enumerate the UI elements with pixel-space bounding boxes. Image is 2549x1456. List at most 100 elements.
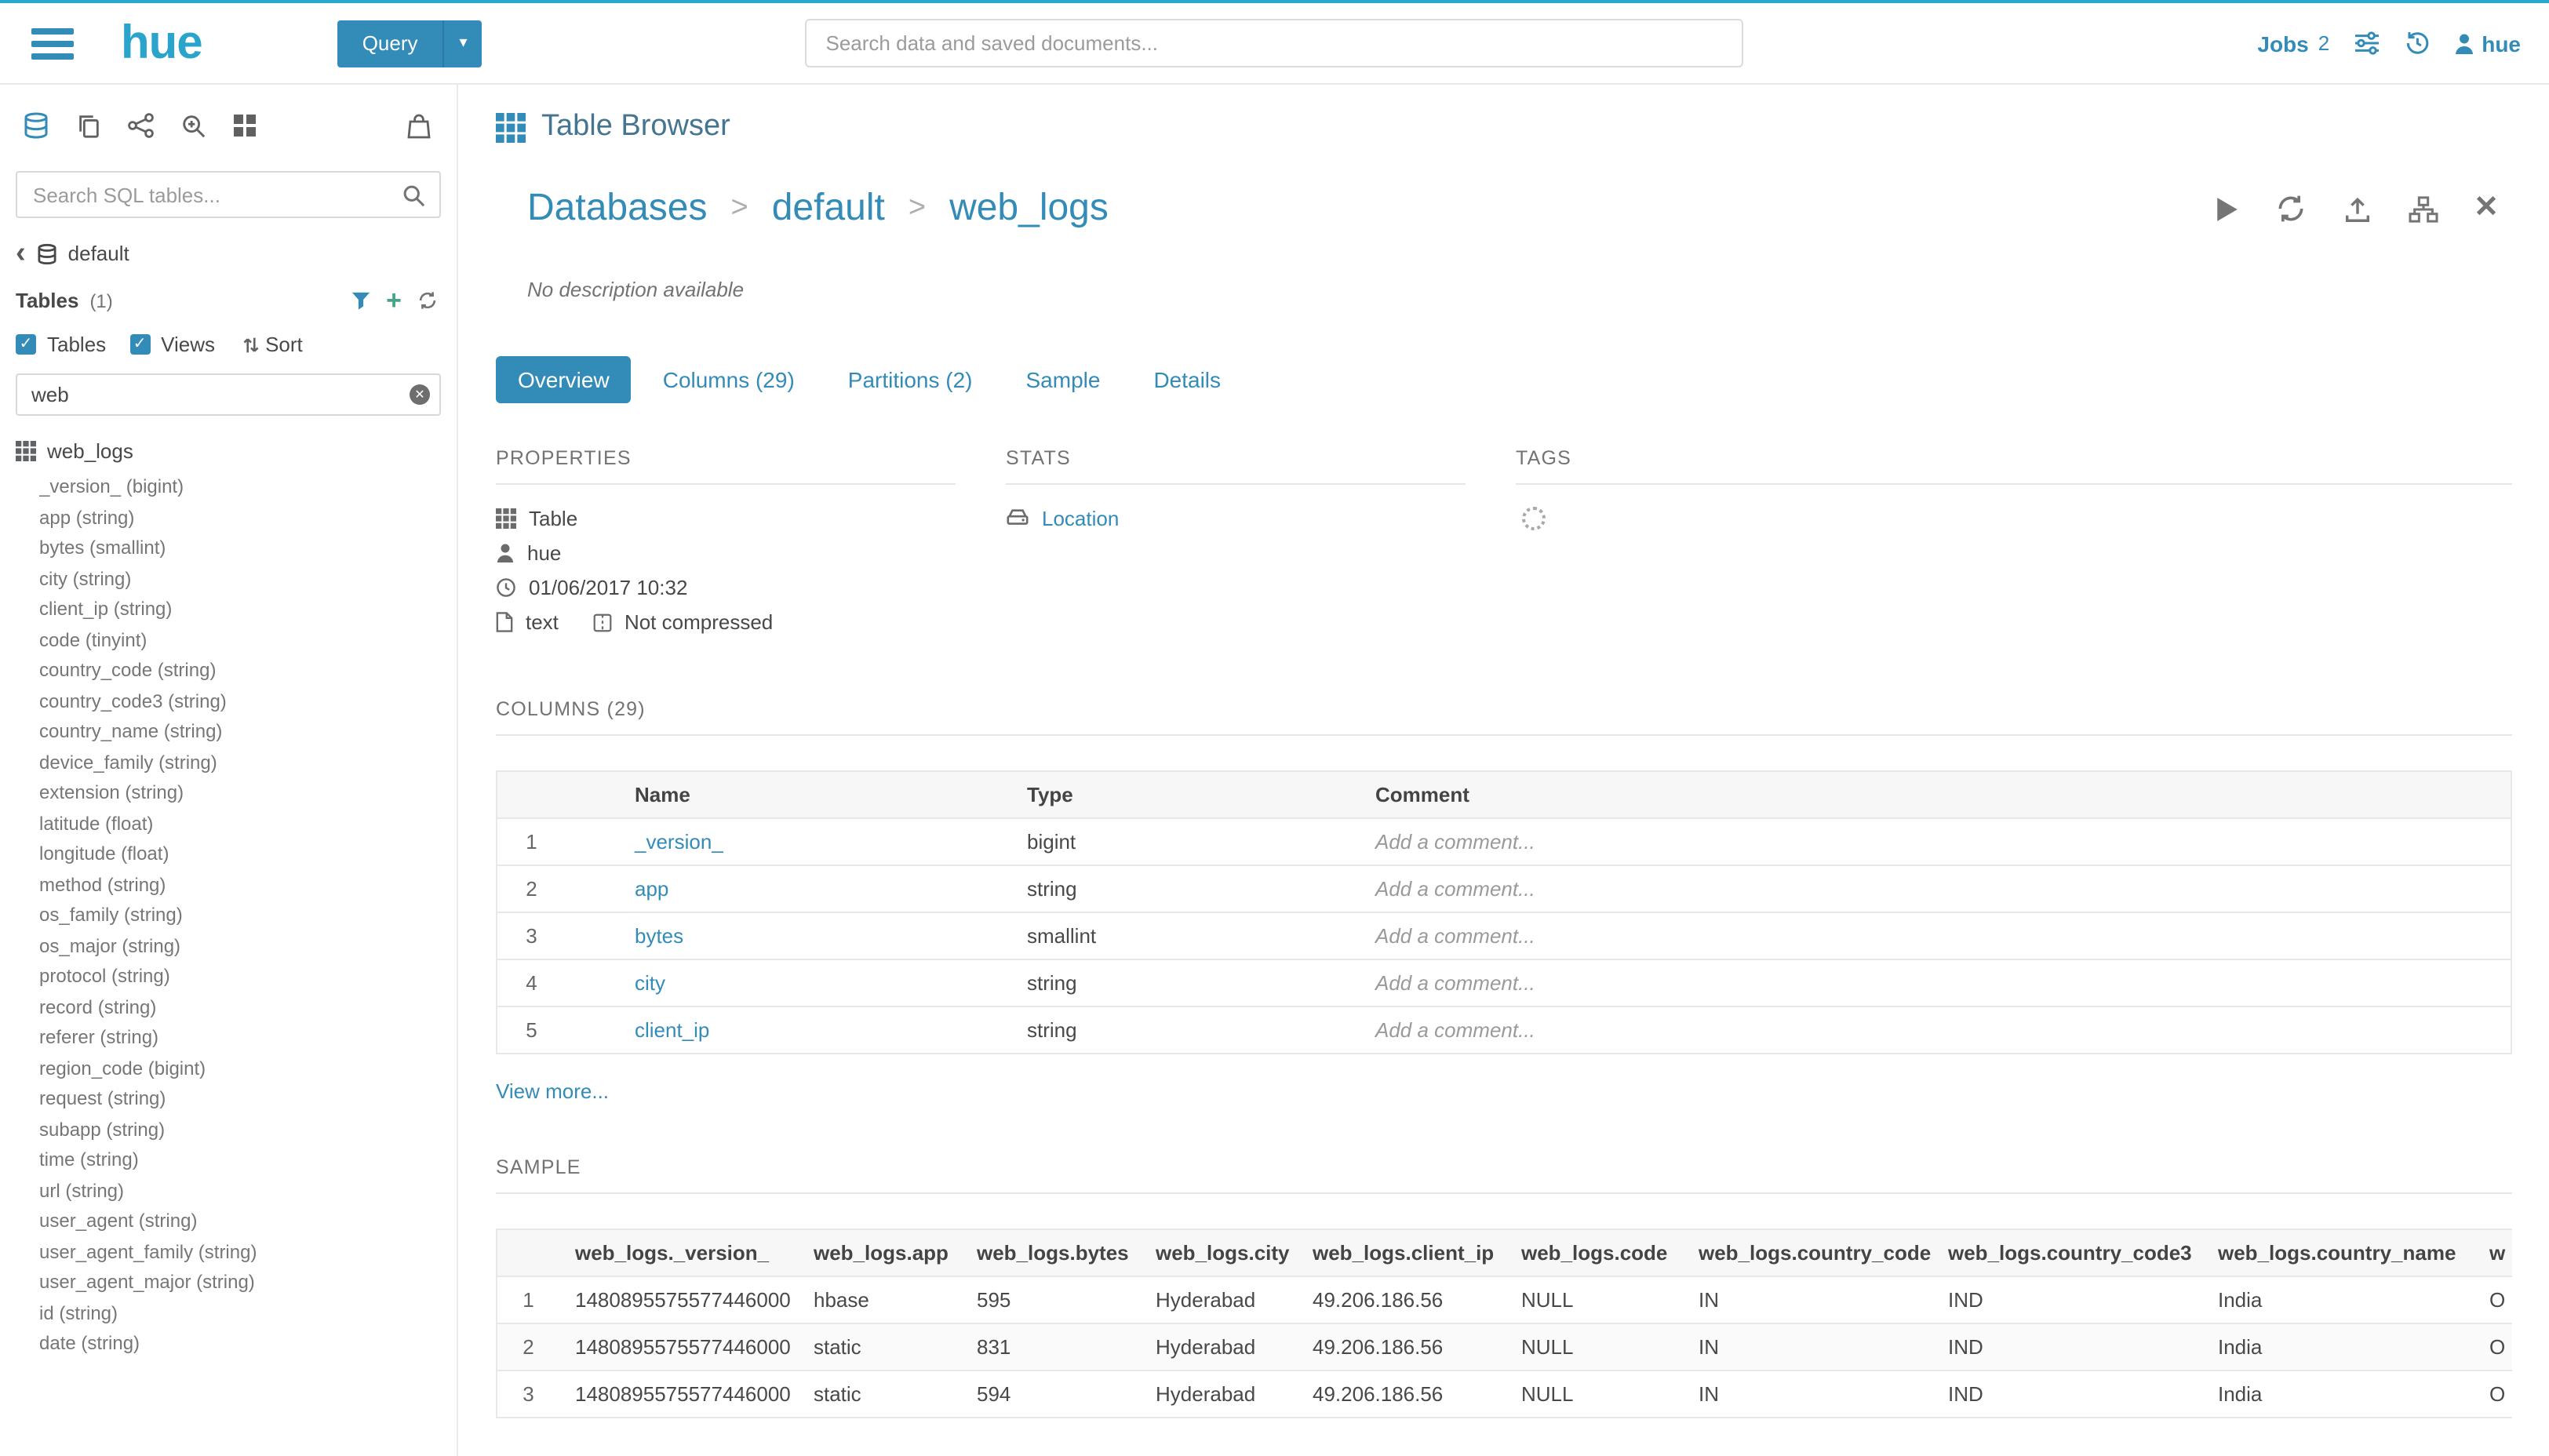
column-item[interactable]: bytes (smallint) xyxy=(39,533,444,564)
table-icon xyxy=(16,441,36,461)
column-item[interactable]: country_name (string) xyxy=(39,717,444,748)
column-item[interactable]: user_agent_major (string) xyxy=(39,1268,444,1298)
column-comment[interactable]: Add a comment... xyxy=(1360,1006,2511,1054)
column-item[interactable]: record (string) xyxy=(39,992,444,1023)
clear-filter-icon[interactable]: ✕ xyxy=(410,384,430,405)
column-item[interactable]: code (tinyint) xyxy=(39,625,444,656)
back-chevron-icon[interactable]: ‹ xyxy=(16,243,26,264)
column-item[interactable]: country_code3 (string) xyxy=(39,686,444,717)
row-number: 2 xyxy=(497,865,566,912)
sort-control[interactable]: Sort xyxy=(242,333,303,356)
column-item[interactable]: subapp (string) xyxy=(39,1115,444,1145)
loading-spinner-icon xyxy=(1522,507,1546,530)
close-icon[interactable]: ✕ xyxy=(2474,195,2499,223)
sliders-icon[interactable] xyxy=(2353,31,2380,55)
sample-row-number: 1 xyxy=(497,1276,559,1323)
column-name-link[interactable]: bytes xyxy=(635,924,683,948)
history-icon[interactable] xyxy=(2403,30,2430,56)
database-item[interactable]: default xyxy=(37,242,129,265)
bag-icon[interactable] xyxy=(406,112,432,139)
column-item[interactable]: protocol (string) xyxy=(39,962,444,992)
column-item[interactable]: longitude (float) xyxy=(39,839,444,870)
views-checkbox[interactable]: ✓ xyxy=(129,334,150,355)
column-item[interactable]: referer (string) xyxy=(39,1023,444,1054)
upload-icon[interactable] xyxy=(2342,194,2372,224)
jobs-count-badge[interactable]: 2 xyxy=(2318,31,2329,55)
database-icon xyxy=(37,242,59,264)
search-zoom-icon[interactable] xyxy=(180,112,207,139)
column-item[interactable]: user_agent_family (string) xyxy=(39,1237,444,1268)
sidebar-search-input[interactable] xyxy=(17,183,386,206)
column-item[interactable]: _version_ (bigint) xyxy=(39,472,444,503)
tables-checkbox-label[interactable]: Tables xyxy=(47,333,106,356)
search-icon[interactable] xyxy=(386,173,439,217)
column-item[interactable]: request (string) xyxy=(39,1084,444,1115)
column-comment[interactable]: Add a comment... xyxy=(1360,818,2511,865)
column-item[interactable]: app (string) xyxy=(39,503,444,533)
column-comment[interactable]: Add a comment... xyxy=(1360,912,2511,959)
column-item[interactable]: date (string) xyxy=(39,1329,444,1360)
column-name-link[interactable]: app xyxy=(635,877,668,901)
tab-overview[interactable]: Overview xyxy=(496,356,632,403)
sample-cell: O xyxy=(2474,1323,2511,1370)
sidebar-search xyxy=(16,171,441,218)
query-button-label[interactable]: Query xyxy=(337,20,443,67)
column-name-link[interactable]: city xyxy=(635,971,665,995)
column-name-link[interactable]: _version_ xyxy=(635,830,723,854)
table-filter: ✕ xyxy=(16,373,441,416)
column-item[interactable]: method (string) xyxy=(39,870,444,901)
column-item[interactable]: extension (string) xyxy=(39,778,444,809)
tab-partitions[interactable]: Partitions (2) xyxy=(826,356,995,403)
column-comment[interactable]: Add a comment... xyxy=(1360,959,2511,1006)
column-item[interactable]: os_major (string) xyxy=(39,931,444,962)
hamburger-menu-icon[interactable] xyxy=(31,27,74,59)
sql-assist-icon[interactable] xyxy=(22,111,50,140)
refresh-table-icon[interactable] xyxy=(2274,193,2306,224)
table-item-web-logs[interactable]: web_logs xyxy=(0,416,457,468)
tab-columns[interactable]: Columns (29) xyxy=(641,356,817,403)
view-more-link[interactable]: View more... xyxy=(496,1079,2511,1103)
breadcrumb-databases[interactable]: Databases xyxy=(527,187,708,231)
add-icon[interactable]: + xyxy=(386,290,402,311)
table-filter-input[interactable] xyxy=(16,373,441,416)
views-checkbox-label[interactable]: Views xyxy=(161,333,215,356)
tab-details[interactable]: Details xyxy=(1131,356,1243,403)
column-item[interactable]: country_code (string) xyxy=(39,656,444,686)
sample-cell: Hyderabad xyxy=(1140,1276,1297,1323)
query-button[interactable]: Query ▾ xyxy=(337,20,482,67)
column-item[interactable]: region_code (bigint) xyxy=(39,1054,444,1084)
column-item[interactable]: user_agent (string) xyxy=(39,1207,444,1237)
column-name-link[interactable]: client_ip xyxy=(635,1018,709,1042)
column-item[interactable]: latitude (float) xyxy=(39,809,444,839)
sample-header-row: web_logs._version_ web_logs.app web_logs… xyxy=(497,1229,2511,1276)
column-item[interactable]: device_family (string) xyxy=(39,748,444,778)
tables-checkbox[interactable]: ✓ xyxy=(16,334,36,355)
sitemap-icon[interactable] xyxy=(2408,195,2438,222)
assist-sidebar: ‹ default Tables (1) + xyxy=(0,85,458,1456)
column-item[interactable]: client_ip (string) xyxy=(39,595,444,625)
global-search-input[interactable] xyxy=(806,19,1744,67)
column-item[interactable]: city (string) xyxy=(39,564,444,595)
jobs-link[interactable]: Jobs xyxy=(2257,31,2308,56)
breadcrumb-default[interactable]: default xyxy=(772,187,885,231)
hue-logo[interactable]: hue xyxy=(121,20,202,67)
column-comment[interactable]: Add a comment... xyxy=(1360,865,2511,912)
location-link[interactable]: Location xyxy=(1042,507,1119,530)
query-caret-icon[interactable]: ▾ xyxy=(443,20,482,67)
share-icon[interactable] xyxy=(127,113,155,138)
column-item[interactable]: os_family (string) xyxy=(39,901,444,931)
column-item[interactable]: id (string) xyxy=(39,1298,444,1329)
apps-grid-icon[interactable] xyxy=(232,113,257,138)
query-play-icon[interactable] xyxy=(2215,195,2238,222)
sample-cell: IN xyxy=(1683,1323,1932,1370)
column-item[interactable]: url (string) xyxy=(39,1176,444,1207)
documents-icon[interactable] xyxy=(75,112,102,139)
tab-sample[interactable]: Sample xyxy=(1004,356,1123,403)
table-name: web_logs xyxy=(47,439,133,463)
breadcrumb-web-logs[interactable]: web_logs xyxy=(949,187,1109,231)
columns-header-comment: Comment xyxy=(1360,771,2511,818)
user-menu[interactable]: hue xyxy=(2453,31,2521,56)
filter-icon[interactable] xyxy=(351,291,370,310)
column-item[interactable]: time (string) xyxy=(39,1145,444,1176)
refresh-icon[interactable] xyxy=(417,290,438,311)
